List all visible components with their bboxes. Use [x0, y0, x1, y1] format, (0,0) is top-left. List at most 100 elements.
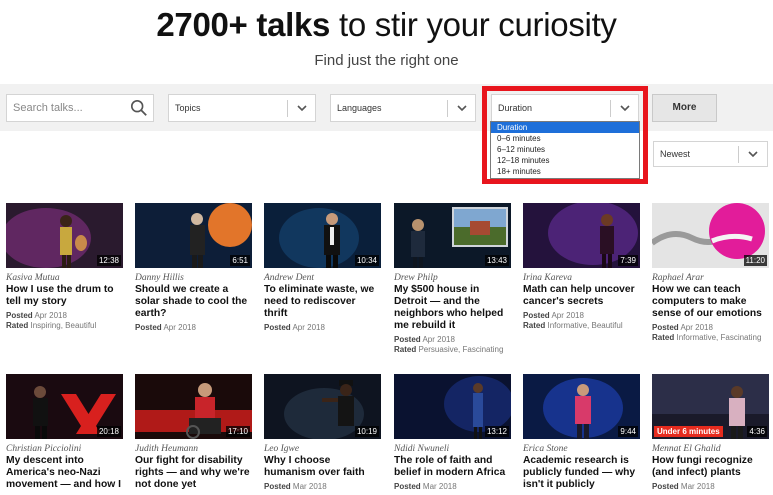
talk-thumbnail[interactable]: 13:12 [394, 374, 511, 439]
talk-title[interactable]: Math can help uncover cancer's secrets [523, 284, 640, 308]
duration-dropdown-list: Duration 0–6 minutes 6–12 minutes 12–18 … [490, 121, 640, 179]
duration-badge: 13:12 [484, 426, 509, 437]
duration-option[interactable]: 18+ minutes [491, 166, 639, 177]
talk-card[interactable]: 20:18 Christian Picciolini My descent in… [6, 374, 123, 491]
page-title-rest: to stir your curiosity [330, 6, 617, 43]
posted-label: Posted [523, 311, 550, 320]
topics-select[interactable]: Topics [168, 94, 316, 122]
talk-card[interactable]: 10:19 Leo Igwe Why I choose humanism ove… [264, 374, 381, 491]
more-filters-button[interactable]: More [652, 94, 717, 122]
posted-date: Apr 2018 [34, 311, 67, 320]
rated-meta: Rated Inspiring, Beautiful [6, 321, 123, 330]
talk-title[interactable]: How we can teach computers to make sense… [652, 284, 769, 320]
duration-option[interactable]: Duration [491, 122, 639, 133]
rated-label: Rated [394, 345, 417, 354]
speaker-name: Ndidi Nwuneli [394, 444, 450, 454]
talk-thumbnail[interactable]: 11:20 [652, 203, 769, 268]
talk-title[interactable]: Our fight for disability rights — and wh… [135, 455, 252, 491]
posted-date: Apr 2018 [551, 311, 584, 320]
talk-thumbnail[interactable]: 12:38 [6, 203, 123, 268]
rated-label: Rated [652, 333, 675, 342]
posted-label: Posted [652, 482, 679, 491]
talk-card[interactable]: 6:51 Danny Hillis Should we create a sol… [135, 203, 252, 332]
talk-thumbnail[interactable]: 6:51 [135, 203, 252, 268]
duration-option[interactable]: 6–12 minutes [491, 144, 639, 155]
speaker-name: Erica Stone [523, 444, 568, 454]
posted-label: Posted [394, 335, 421, 344]
sort-select[interactable]: Newest [653, 141, 768, 167]
talk-card[interactable]: 12:38 Kasiva Mutua How I use the drum to… [6, 203, 123, 330]
talk-thumbnail[interactable]: 7:39 [523, 203, 640, 268]
chevron-down-icon [457, 105, 467, 112]
talk-thumbnail[interactable]: 10:34 [264, 203, 381, 268]
speaker-name: Mennat El Ghalid [652, 444, 721, 454]
posted-label: Posted [135, 323, 162, 332]
posted-date: Mar 2018 [422, 482, 457, 491]
speaker-name: Kasiva Mutua [6, 273, 60, 283]
talk-card[interactable]: 17:10 Judith Heumann Our fight for disab… [135, 374, 252, 491]
talk-title[interactable]: Academic research is publicly funded — w… [523, 455, 640, 491]
talk-thumbnail[interactable]: Under 6 minutes 4:36 [652, 374, 769, 439]
short-talk-badge: Under 6 minutes [654, 426, 723, 437]
posted-date: Apr 2018 [292, 323, 325, 332]
talk-title[interactable]: To eliminate waste, we need to rediscove… [264, 284, 381, 320]
rated-label: Rated [6, 321, 29, 330]
talk-thumbnail[interactable]: 9:44 [523, 374, 640, 439]
posted-label: Posted [264, 323, 291, 332]
rated-meta: Rated Informative, Fascinating [652, 333, 769, 342]
duration-badge: 10:19 [354, 426, 379, 437]
languages-select[interactable]: Languages [330, 94, 476, 122]
talk-card[interactable]: 7:39 Irina Kareva Math can help uncover … [523, 203, 640, 330]
duration-option[interactable]: 12–18 minutes [491, 155, 639, 166]
rated-values: Informative, Beautiful [547, 321, 623, 330]
talk-title[interactable]: My descent into America's neo-Nazi movem… [6, 455, 123, 491]
speaker-name: Irina Kareva [523, 273, 572, 283]
talk-card[interactable]: Under 6 minutes 4:36 Mennat El Ghalid Ho… [652, 374, 769, 491]
posted-meta: Posted Apr 2018 [6, 311, 123, 320]
divider [447, 100, 448, 117]
talk-card[interactable]: 13:12 Ndidi Nwuneli The role of faith an… [394, 374, 511, 491]
posted-date: Apr 2018 [163, 323, 196, 332]
talk-card[interactable]: 10:34 Andrew Dent To eliminate waste, we… [264, 203, 381, 332]
posted-meta: Posted Mar 2018 [652, 482, 769, 491]
rated-meta: Rated Persuasive, Fascinating [394, 345, 511, 354]
languages-select-label: Languages [337, 103, 382, 113]
talk-title[interactable]: Why I choose humanism over faith [264, 455, 381, 479]
duration-badge: 10:34 [354, 255, 379, 266]
search-box [6, 94, 154, 122]
talk-title[interactable]: How fungi recognize (and infect) plants [652, 455, 769, 479]
chevron-down-icon [297, 105, 307, 112]
talk-title[interactable]: Should we create a solar shade to cool t… [135, 284, 252, 320]
search-icon[interactable] [130, 99, 148, 117]
posted-date: Apr 2018 [422, 335, 455, 344]
posted-label: Posted [394, 482, 421, 491]
posted-date: Mar 2018 [680, 482, 715, 491]
talk-title[interactable]: The role of faith and belief in modern A… [394, 455, 511, 479]
talk-card[interactable]: 11:20 Raphael Arar How we can teach comp… [652, 203, 769, 342]
talk-thumbnail[interactable]: 13:43 [394, 203, 511, 268]
duration-option[interactable]: 0–6 minutes [491, 133, 639, 144]
rated-label: Rated [523, 321, 546, 330]
talk-card[interactable]: 13:43 Drew Philp My $500 house in Detroi… [394, 203, 511, 354]
speaker-name: Raphael Arar [652, 273, 704, 283]
speaker-name: Christian Picciolini [6, 444, 82, 454]
posted-label: Posted [6, 311, 33, 320]
duration-badge: 12:38 [96, 255, 121, 266]
talk-title[interactable]: How I use the drum to tell my story [6, 284, 123, 308]
chevron-down-icon [748, 151, 758, 158]
posted-label: Posted [652, 323, 679, 332]
posted-date: Mar 2018 [292, 482, 327, 491]
topics-select-label: Topics [175, 103, 201, 113]
speaker-name: Leo Igwe [264, 444, 300, 454]
talk-thumbnail[interactable]: 20:18 [6, 374, 123, 439]
duration-badge: 9:44 [618, 426, 638, 437]
sort-select-label: Newest [660, 149, 691, 159]
talk-title[interactable]: My $500 house in Detroit — and the neigh… [394, 284, 511, 332]
search-input[interactable] [7, 95, 117, 121]
talk-card[interactable]: 9:44 Erica Stone Academic research is pu… [523, 374, 640, 491]
posted-meta: Posted Apr 2018 [264, 323, 381, 332]
talk-thumbnail[interactable]: 17:10 [135, 374, 252, 439]
duration-badge: 4:36 [747, 426, 767, 437]
talk-thumbnail[interactable]: 10:19 [264, 374, 381, 439]
posted-meta: Posted Mar 2018 [394, 482, 511, 491]
